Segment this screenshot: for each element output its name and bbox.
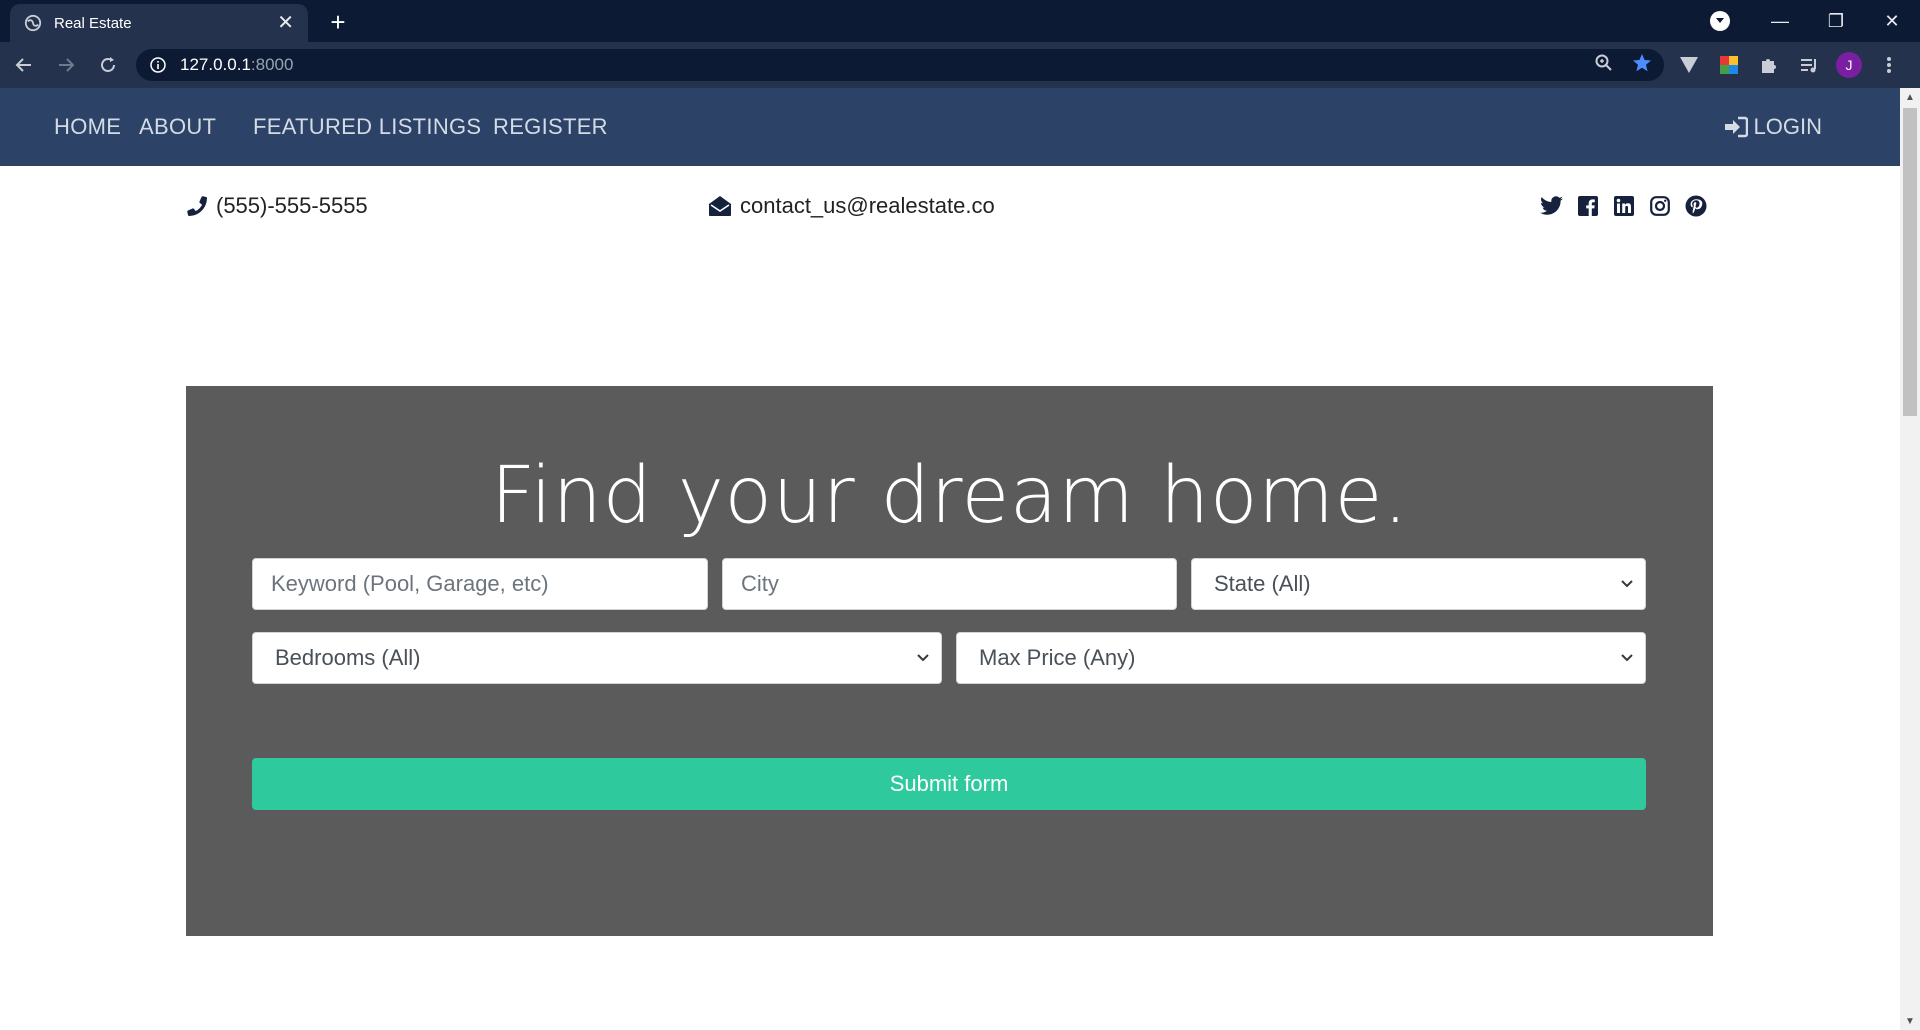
site-navbar: HOME ABOUT FEATURED LISTINGS REGISTER LO… <box>0 88 1900 166</box>
linkedin-icon[interactable] <box>1612 194 1636 218</box>
search-hero: Find your dream home. Keyword (Pool, Gar… <box>186 386 1713 936</box>
extensions-puzzle-icon[interactable] <box>1756 52 1782 78</box>
vuetify-extension-icon[interactable] <box>1676 52 1702 78</box>
chevron-down-icon <box>1621 580 1633 588</box>
nav-home-link[interactable]: HOME <box>54 88 121 166</box>
email-address[interactable]: contact_us@realestate.co <box>740 193 995 219</box>
tab-search-icon[interactable] <box>1710 11 1730 31</box>
bedrooms-select[interactable]: Bedrooms (All) <box>252 632 942 684</box>
state-select[interactable]: State (All) <box>1191 558 1646 610</box>
profile-avatar[interactable]: J <box>1836 52 1862 78</box>
browser-menu-icon[interactable] <box>1876 52 1902 78</box>
chevron-down-icon <box>1621 654 1633 662</box>
twitter-icon[interactable] <box>1540 194 1564 218</box>
site-info-icon[interactable] <box>150 57 166 73</box>
city-input[interactable]: City <box>722 558 1177 610</box>
email-contact: contact_us@realestate.co <box>708 193 995 219</box>
browser-tab-strip: Real Estate ✕ + — ❐ ✕ <box>0 0 1920 42</box>
url-port: :8000 <box>250 55 294 74</box>
max-price-select-value: Max Price (Any) <box>979 645 1136 670</box>
city-placeholder: City <box>741 571 779 596</box>
colorful-extension-icon[interactable] <box>1716 52 1742 78</box>
max-price-select[interactable]: Max Price (Any) <box>956 632 1646 684</box>
zoom-icon[interactable] <box>1594 53 1614 73</box>
page-viewport: HOME ABOUT FEATURED LISTINGS REGISTER LO… <box>0 88 1920 1030</box>
state-select-value: State (All) <box>1214 571 1311 596</box>
nav-register-link[interactable]: REGISTER <box>493 88 608 166</box>
phone-number: (555)-555-5555 <box>216 193 368 218</box>
minimize-icon[interactable]: — <box>1752 0 1808 42</box>
social-links <box>1540 194 1708 218</box>
url-host: 127.0.0.1 <box>180 55 251 74</box>
sign-in-icon <box>1724 116 1748 138</box>
scroll-down-icon[interactable]: ▼ <box>1900 1012 1920 1030</box>
login-link[interactable]: LOGIN <box>1724 88 1822 166</box>
pinterest-icon[interactable] <box>1684 194 1708 218</box>
instagram-icon[interactable] <box>1648 194 1672 218</box>
page-scrollbar[interactable]: ▲ ▼ <box>1900 88 1920 1030</box>
submit-form-button[interactable]: Submit form <box>252 758 1646 810</box>
bookmark-star-icon[interactable] <box>1632 53 1652 73</box>
scrollbar-thumb[interactable] <box>1903 108 1917 416</box>
contact-bar: (555)-555-5555 contact_us@realestate.co <box>0 166 1900 246</box>
tab-title: Real Estate <box>54 14 132 32</box>
chevron-down-icon <box>917 654 929 662</box>
restore-icon[interactable]: ❐ <box>1808 0 1864 42</box>
nav-about-link[interactable]: ABOUT <box>139 88 216 166</box>
browser-toolbar: 127.0.0.1:8000 J <box>0 42 1920 88</box>
phone-contact: (555)-555-5555 <box>186 193 368 219</box>
facebook-icon[interactable] <box>1576 194 1600 218</box>
browser-tab[interactable]: Real Estate ✕ <box>10 4 308 42</box>
close-window-icon[interactable]: ✕ <box>1864 0 1920 42</box>
reload-icon[interactable] <box>90 47 126 83</box>
hero-title: Find your dream home. <box>490 451 1409 541</box>
keyword-placeholder: Keyword (Pool, Garage, etc) <box>271 571 549 596</box>
back-icon[interactable] <box>6 47 42 83</box>
window-controls: — ❐ ✕ <box>1752 0 1920 42</box>
bedrooms-select-value: Bedrooms (All) <box>275 645 421 670</box>
login-label: LOGIN <box>1753 114 1822 139</box>
new-tab-button[interactable]: + <box>322 6 354 38</box>
scroll-up-icon[interactable]: ▲ <box>1900 88 1920 106</box>
phone-icon <box>187 196 208 217</box>
globe-icon <box>24 14 42 32</box>
envelope-open-icon <box>709 196 731 216</box>
media-queue-icon[interactable] <box>1796 52 1822 78</box>
keyword-input[interactable]: Keyword (Pool, Garage, etc) <box>252 558 708 610</box>
forward-icon[interactable] <box>48 47 84 83</box>
close-tab-icon[interactable]: ✕ <box>277 13 294 33</box>
address-bar[interactable]: 127.0.0.1:8000 <box>136 49 1664 81</box>
nav-featured-listings-link[interactable]: FEATURED LISTINGS <box>253 88 481 166</box>
